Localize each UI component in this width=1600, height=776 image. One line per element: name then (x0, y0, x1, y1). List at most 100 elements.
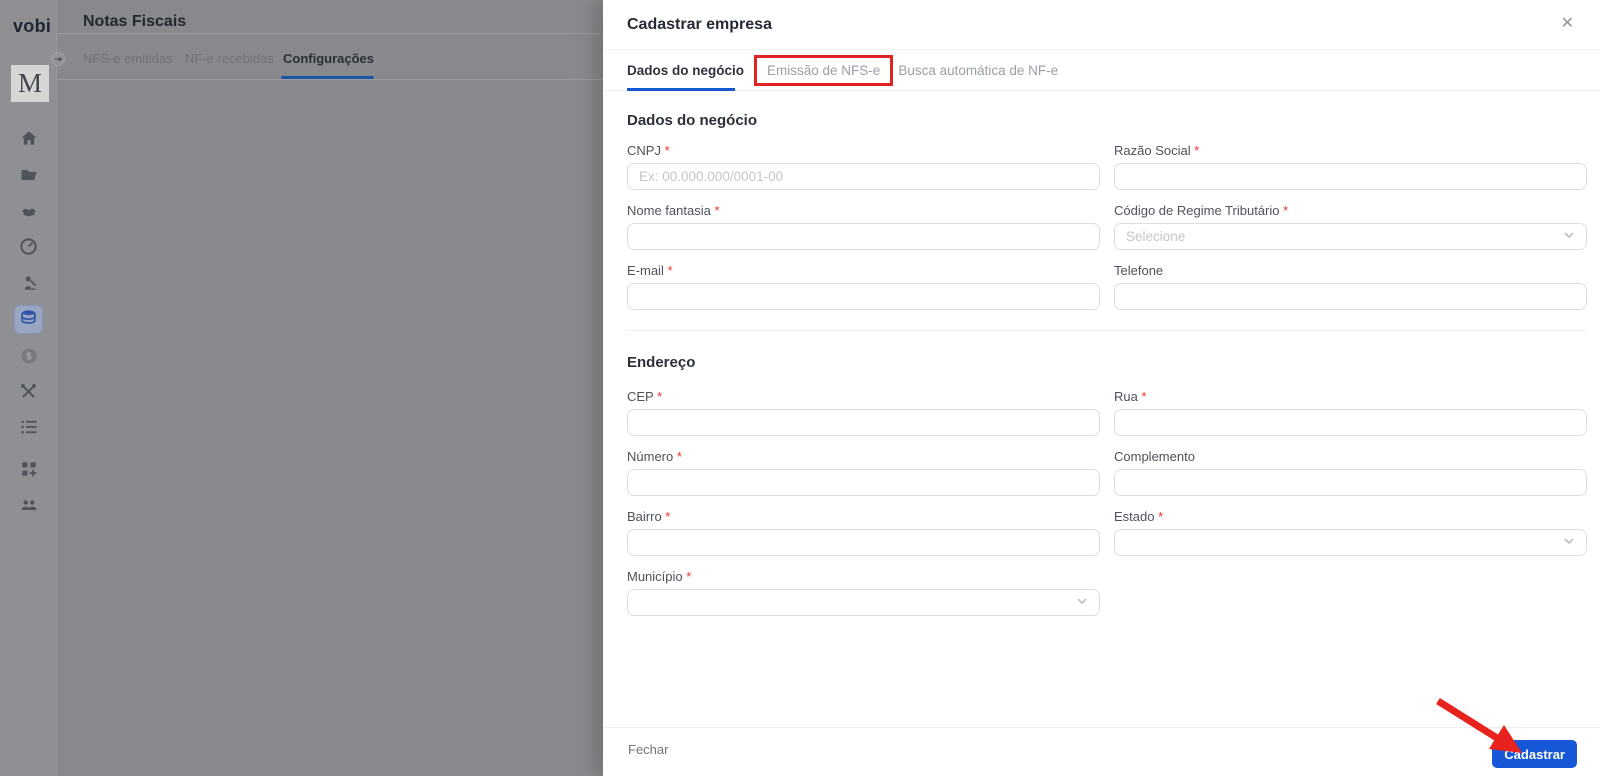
section-heading-endereco: Endereço (627, 354, 696, 371)
field-label: Rua * (1114, 389, 1147, 404)
drawer-tabbar: Dados do negócio Emissão de NFS-e Busca … (603, 50, 1600, 91)
gauge-icon (19, 237, 38, 256)
numero-input[interactable] (627, 469, 1100, 496)
required-asterisk: * (676, 449, 682, 464)
field-nome-fantasia: Nome fantasia * (627, 203, 1100, 250)
expand-arrow-icon: ⇥ (54, 53, 62, 64)
sidebar-item-dashboard[interactable] (0, 237, 57, 256)
workspace-avatar[interactable]: M (11, 65, 49, 102)
drawer-footer: Fechar Cadastrar (603, 727, 1600, 776)
dollar-icon: $ (20, 347, 38, 365)
active-tab-indicator (281, 76, 374, 79)
field-rua: Rua * (1114, 389, 1587, 436)
nome-fantasia-input[interactable] (627, 223, 1100, 250)
field-estado: Estado * (1114, 509, 1587, 556)
field-municipio: Município * (627, 569, 1100, 616)
required-asterisk: * (667, 263, 673, 278)
drawer-body: Dados do negócio CNPJ * Razão Social * Nom… (603, 92, 1600, 727)
field-label: Número * (627, 449, 682, 464)
telefone-input[interactable] (1114, 283, 1587, 310)
field-bairro: Bairro * (627, 509, 1100, 556)
tools-icon (19, 382, 38, 401)
razao-social-input[interactable] (1114, 163, 1587, 190)
field-label: Razão Social * (1114, 143, 1200, 158)
close-icon[interactable]: ✕ (1561, 14, 1574, 35)
codigo-de-regime-tributario-select[interactable]: Selecione (1114, 223, 1587, 250)
drawer-active-tab-indicator (627, 88, 735, 91)
cnpj-input[interactable] (627, 163, 1100, 190)
field-numero: Número * (627, 449, 1100, 496)
field-label: Bairro * (627, 509, 671, 524)
field-label: Município * (627, 569, 692, 584)
vobi-logo: vobi (13, 16, 52, 36)
field-label: Complemento (1114, 449, 1195, 464)
field-cnpj: CNPJ * (627, 143, 1100, 190)
list-icon (20, 418, 38, 436)
complemento-input[interactable] (1114, 469, 1587, 496)
required-asterisk: * (657, 389, 663, 404)
bairro-input[interactable] (627, 529, 1100, 556)
required-asterisk: * (1141, 389, 1147, 404)
required-asterisk: * (1283, 203, 1289, 218)
field-label: CNPJ * (627, 143, 670, 158)
cep-input[interactable] (627, 409, 1100, 436)
section-divider (627, 330, 1587, 331)
cadastrar-empresa-drawer: Cadastrar empresa ✕ Dados do negócio Emi… (603, 0, 1600, 776)
tabbar-divider (57, 79, 603, 80)
handshake-icon (19, 202, 39, 222)
field-label: Telefone (1114, 263, 1164, 278)
tab-emissao-de-nfse[interactable]: Emissão de NFS-e (767, 63, 880, 78)
chevron-down-icon (1563, 535, 1575, 550)
annotation-red-box: Emissão de NFS-e (754, 54, 894, 86)
field-complemento: Complemento (1114, 449, 1587, 496)
people-icon (19, 495, 39, 515)
required-asterisk: * (1194, 143, 1200, 158)
tab-nfse-emitidas[interactable]: NFS-e emitidas (83, 51, 173, 66)
required-asterisk: * (664, 143, 670, 158)
chevron-down-icon (1076, 595, 1088, 610)
fechar-button[interactable]: Fechar (628, 742, 668, 757)
cadastrar-button[interactable]: Cadastrar (1492, 740, 1577, 768)
required-asterisk: * (714, 203, 720, 218)
field-label: Código de Regime Tributário * (1114, 203, 1289, 218)
svg-text:$: $ (26, 351, 32, 362)
municipio-select[interactable] (627, 589, 1100, 616)
sidebar-item-apps[interactable] (0, 460, 57, 478)
worker-icon (19, 273, 39, 293)
field-label: Estado * (1114, 509, 1164, 524)
field-label: E-mail * (627, 263, 673, 278)
tab-dados-do-negocio[interactable]: Dados do negócio (627, 63, 744, 78)
sidebar-item-finance[interactable]: $ (0, 347, 57, 365)
sidebar-expand-button[interactable]: ⇥ (51, 52, 65, 66)
header-divider (57, 33, 603, 34)
sidebar-item-home[interactable] (0, 128, 57, 148)
required-asterisk: * (1158, 509, 1164, 524)
sidebar-item-construction[interactable] (0, 273, 57, 293)
required-asterisk: * (665, 509, 671, 524)
drawer-title: Cadastrar empresa (627, 16, 772, 33)
sidebar: vobi M $ (0, 0, 57, 776)
field-e-mail: E-mail * (627, 263, 1100, 310)
tab-busca-automatica[interactable]: Busca automática de NF-e (898, 63, 1058, 78)
sidebar-item-lists[interactable] (0, 418, 57, 436)
section-heading-dados: Dados do negócio (627, 112, 758, 129)
sidebar-item-clients[interactable] (0, 495, 57, 515)
database-icon (19, 308, 38, 332)
sidebar-item-projects[interactable] (0, 165, 57, 185)
sidebar-item-tools[interactable] (0, 382, 57, 401)
folder-icon (19, 165, 39, 185)
sidebar-item-deals[interactable] (0, 202, 57, 222)
sidebar-item-fiscal-notes[interactable] (14, 305, 43, 334)
field-razao-social: Razão Social * (1114, 143, 1587, 190)
tab-configuracoes[interactable]: Configurações (283, 51, 374, 66)
rua-input[interactable] (1114, 409, 1587, 436)
home-icon (19, 128, 39, 148)
field-label: Nome fantasia * (627, 203, 720, 218)
estado-select[interactable] (1114, 529, 1587, 556)
grid-plus-icon (20, 460, 38, 478)
tab-nfe-recebidas[interactable]: NF-e recebidas (185, 51, 274, 66)
e-mail-input[interactable] (627, 283, 1100, 310)
field-cep: CEP * (627, 389, 1100, 436)
field-telefone: Telefone (1114, 263, 1587, 310)
field-codigo-de-regime-tributario: Código de Regime Tributário * Selecione (1114, 203, 1587, 250)
